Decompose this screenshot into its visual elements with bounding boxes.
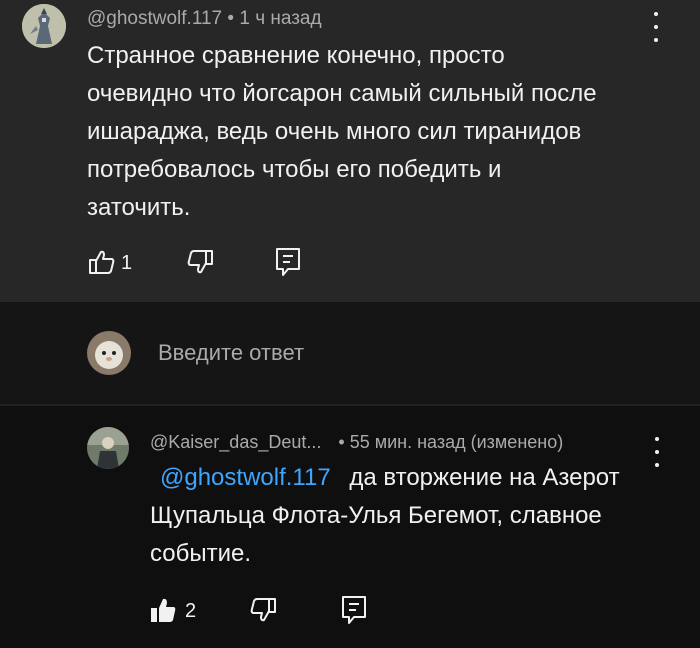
comment-text: Странное сравнение конечно, просто очеви…: [87, 37, 597, 227]
reply-meta: @Kaiser_das_Deut... • 55 мин. назад (изм…: [150, 432, 563, 453]
like-button[interactable]: [149, 596, 177, 629]
kebab-menu-icon[interactable]: [646, 12, 666, 42]
like-count: 2: [185, 600, 197, 622]
reply-line: Щупальца Флота-Улья Бегемот, славное: [150, 502, 602, 529]
reply-line-text: да вторжение на Азерот: [349, 464, 620, 491]
comment-time: 1 ч назад: [239, 8, 322, 29]
comment-line: очевидно что йогсарон самый сильный посл…: [87, 80, 597, 107]
comment-line: Странное сравнение конечно, просто: [87, 42, 505, 69]
like-count: 1: [121, 252, 133, 274]
comment-line: потребовалось чтобы его победить и: [87, 156, 502, 183]
meta-separator: •: [338, 432, 345, 452]
reply-button[interactable]: [341, 595, 367, 630]
kaiser-avatar[interactable]: [87, 427, 129, 469]
reply-author[interactable]: @Kaiser_das_Deut...: [150, 432, 321, 452]
dislike-button[interactable]: [249, 596, 277, 629]
user-avatar: [87, 331, 131, 375]
reply-button[interactable]: [275, 247, 301, 282]
comment-meta: @ghostwolf.117 • 1 ч назад: [87, 8, 322, 30]
ghostwolf-avatar[interactable]: [22, 4, 66, 48]
kebab-menu-icon[interactable]: [647, 437, 667, 467]
divider: [0, 404, 700, 406]
reply-time: 55 мин. назад (изменено): [349, 432, 564, 452]
comment-line: ишараджа, ведь очень много сил тиранидов: [87, 118, 582, 145]
reply-icon: [276, 248, 300, 276]
dislike-icon: [250, 598, 276, 622]
mention-link[interactable]: @ghostwolf.117: [150, 464, 331, 491]
reply-text: @ghostwolf.117 да вторжение на Азерот Щу…: [150, 459, 620, 573]
reply-input[interactable]: Введите ответ: [158, 340, 304, 366]
dislike-icon: [187, 250, 213, 274]
reply-line: @ghostwolf.117 да вторжение на Азерот: [150, 459, 620, 497]
comment-author[interactable]: @ghostwolf.117: [87, 8, 222, 29]
reply-icon: [342, 596, 366, 624]
like-button[interactable]: [88, 248, 116, 281]
like-icon: [151, 598, 176, 622]
like-icon: [89, 250, 115, 274]
reply-line: событие.: [150, 540, 252, 567]
dislike-button[interactable]: [186, 248, 214, 281]
meta-separator: •: [227, 8, 235, 29]
comment-line: заточить.: [87, 194, 191, 221]
